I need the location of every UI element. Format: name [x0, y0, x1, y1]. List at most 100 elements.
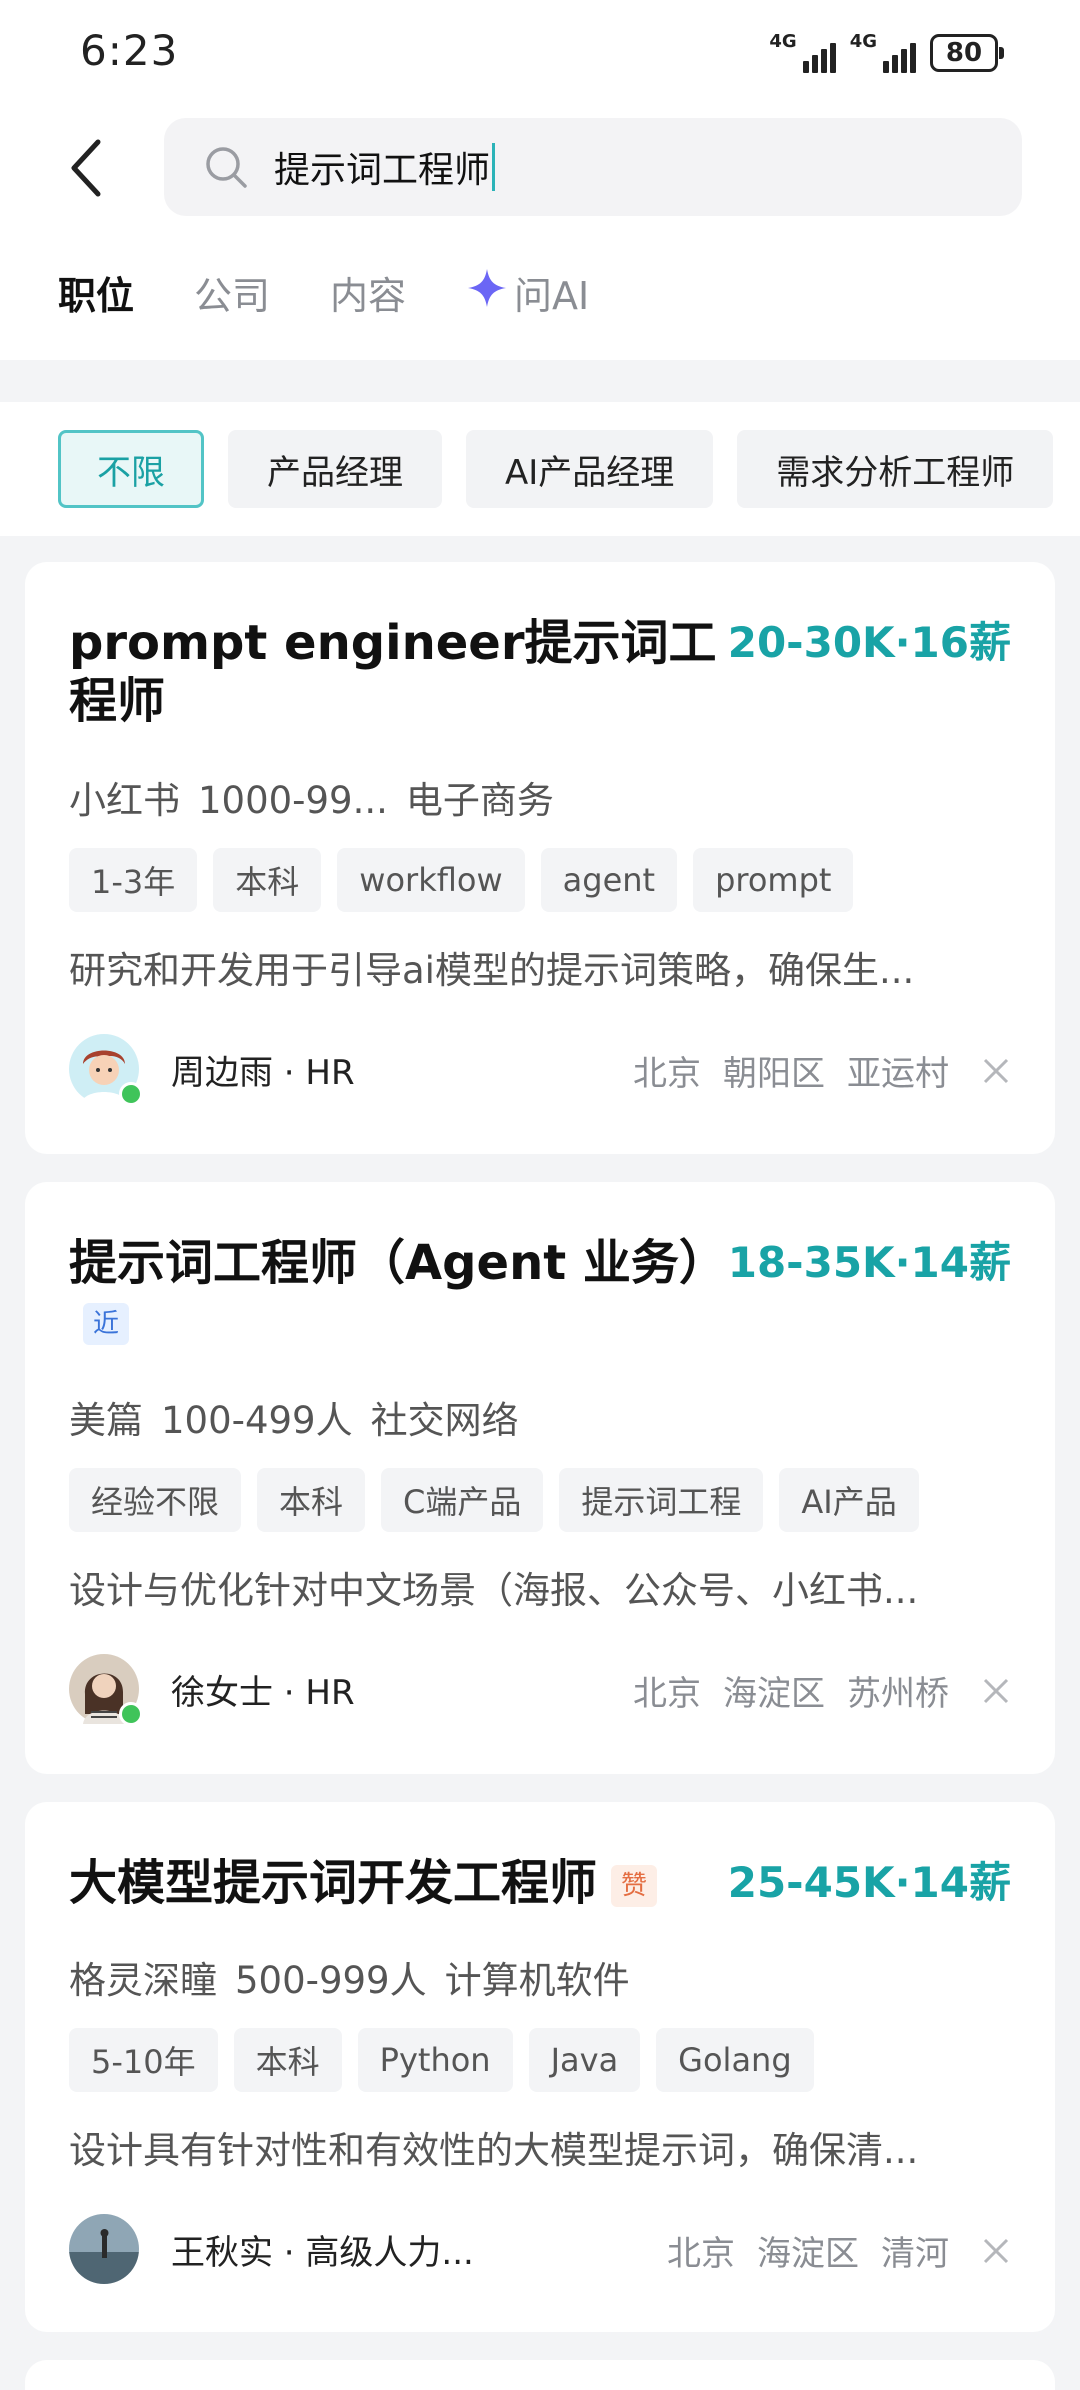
location-city: 北京: [633, 1674, 701, 1714]
job-card[interactable]: 大模型提示词开发工程师赞 25-45K·14薪 格灵深瞳 500-999人 计算机软…: [25, 1802, 1055, 2332]
tab-companies[interactable]: 公司: [194, 265, 270, 320]
job-description: 研究和开发用于引导ai模型的提示词策略，确保生...: [69, 949, 915, 992]
search-icon: [198, 139, 254, 195]
job-title: 提示词工程师（Agent 业务） 近: [69, 1234, 729, 1350]
job-tag: Java: [528, 2028, 641, 2092]
nearby-badge: 近: [83, 1303, 130, 1345]
search-tabs: 职位 公司 内容 问AI: [58, 262, 649, 322]
job-title: 大模型提示词开发工程师赞: [69, 1854, 729, 1912]
job-tag: Python: [357, 2028, 513, 2092]
location-area: 苏州桥: [847, 1674, 949, 1714]
recruiter-name: 王秋实 · 高级人力...: [171, 2232, 474, 2273]
location-district: 朝阳区: [723, 1054, 825, 1094]
signal-icon-2: 4G: [850, 33, 916, 73]
location-city: 北京: [633, 1054, 701, 1094]
recruiter-name: 徐女士 · HR: [171, 1672, 355, 1713]
job-description: 设计与优化针对中文场景（海报、公众号、小红书...: [69, 1569, 919, 1612]
tab-jobs[interactable]: 职位: [58, 265, 134, 320]
job-card[interactable]: prompt engineer提示词工程师 20-30K·16薪 小红书 1000…: [25, 562, 1055, 1154]
ai-sparkle-icon: [466, 267, 508, 318]
job-salary: 20-30K·16薪: [727, 618, 1011, 667]
recruiter: 徐女士 · HR: [69, 1654, 355, 1726]
job-location: 北京 海淀区 清河: [645, 2226, 1011, 2275]
location-city: 北京: [667, 2234, 735, 2274]
search-input[interactable]: 提示词工程师: [164, 118, 1022, 216]
company-industry: 计算机软件: [444, 1959, 630, 2002]
job-tags: 1-3年 本科 workflow agent prompt: [69, 848, 854, 912]
job-title-text: 大模型提示词开发工程师: [69, 1855, 598, 1911]
battery-icon: 80: [930, 34, 1004, 72]
chevron-left-icon: [71, 139, 101, 197]
network-label: 4G: [769, 31, 797, 52]
company-info: 美篇 100-499人 社交网络: [69, 1390, 537, 1444]
company-size: 500-999人: [235, 1959, 427, 2002]
header-area: 6:23 4G 4G 80 提示词工程师 职位 公司 内容 问AI: [0, 0, 1080, 360]
text-cursor: [492, 143, 496, 191]
company-info: 格灵深瞳 500-999人 计算机软件: [69, 1950, 648, 2004]
job-card[interactable]: [25, 2360, 1055, 2390]
job-description: 设计具有针对性和有效性的大模型提示词，确保清...: [69, 2129, 919, 2172]
praise-badge: 赞: [611, 1865, 658, 1907]
job-title-text: 提示词工程师（Agent 业务）: [69, 1235, 727, 1291]
job-tag: workflow: [337, 848, 525, 912]
filter-chip-all[interactable]: 不限: [58, 430, 204, 508]
company-name: 格灵深瞳: [69, 1959, 217, 2002]
location-area: 亚运村: [847, 1054, 949, 1094]
job-tag: 5-10年: [69, 2028, 218, 2092]
filter-bar: 不限 产品经理 AI产品经理 需求分析工程师: [0, 402, 1080, 536]
job-tag: 本科: [233, 2028, 342, 2092]
company-name: 美篇: [69, 1399, 143, 1442]
company-industry: 社交网络: [370, 1399, 519, 1442]
job-tag: Golang: [656, 2028, 814, 2092]
avatar: [69, 2214, 139, 2284]
location-district: 海淀区: [723, 1674, 825, 1714]
filter-chip-requirements-engineer[interactable]: 需求分析工程师: [737, 430, 1054, 508]
location-area: 清河: [881, 2234, 949, 2274]
job-card[interactable]: 提示词工程师（Agent 业务） 近 18-35K·14薪 美篇 100-499人社…: [25, 1182, 1055, 1774]
job-tag: AI产品: [779, 1468, 919, 1532]
job-tag: prompt: [693, 848, 854, 912]
filter-chip-ai-product-manager[interactable]: AI产品经理: [466, 430, 714, 508]
tab-ask-ai[interactable]: 问AI: [466, 265, 589, 320]
status-bar: 6:23 4G 4G 80: [0, 0, 1080, 105]
divider: [0, 360, 1080, 402]
job-tag: 本科: [257, 1468, 366, 1532]
job-location: 北京 朝阳区 亚运村: [611, 1046, 1011, 1095]
job-tags: 5-10年 本科 Python Java Golang: [69, 2028, 814, 2092]
job-title: prompt engineer提示词工程师: [69, 615, 717, 729]
recruiter-name: 周边雨 · HR: [171, 1052, 355, 1093]
job-salary: 25-45K·14薪: [727, 1858, 1011, 1907]
dismiss-icon[interactable]: [981, 2236, 1011, 2266]
company-industry: 电子商务: [405, 779, 554, 822]
job-salary: 18-35K·14薪: [727, 1238, 1011, 1287]
network-label-2: 4G: [849, 31, 877, 52]
search-query: 提示词工程师: [274, 150, 491, 191]
job-tag: 1-3年: [69, 848, 198, 912]
company-size: 100-499人: [161, 1399, 353, 1442]
company-info: 小红书 1000-99... 电子商务: [69, 770, 572, 824]
avatar: [69, 1654, 143, 1726]
status-icons: 4G 4G 80: [769, 31, 1004, 74]
location-district: 海淀区: [757, 2234, 859, 2274]
dismiss-icon[interactable]: [981, 1676, 1011, 1706]
job-location: 北京 海淀区 苏州桥: [611, 1666, 1011, 1715]
job-tags: 经验不限 本科 C端产品 提示词工程 AI产品: [69, 1468, 919, 1532]
signal-icon: 4G: [769, 31, 836, 73]
job-tag: 提示词工程: [559, 1468, 764, 1532]
job-tag: 经验不限: [69, 1468, 242, 1532]
tab-content[interactable]: 内容: [330, 265, 406, 320]
status-time: 6:23: [80, 26, 179, 75]
dismiss-icon[interactable]: [981, 1056, 1011, 1086]
job-tag: agent: [540, 848, 678, 912]
company-size: 1000-99...: [198, 779, 388, 822]
online-status-icon: [119, 1702, 143, 1726]
job-tag: 本科: [213, 848, 322, 912]
job-tag: C端产品: [381, 1468, 544, 1532]
recruiter: 周边雨 · HR: [69, 1034, 355, 1106]
company-name: 小红书: [69, 779, 180, 822]
online-status-icon: [119, 1082, 143, 1106]
back-button[interactable]: [56, 128, 116, 208]
recruiter: 王秋实 · 高级人力...: [69, 2214, 474, 2284]
filter-chip-product-manager[interactable]: 产品经理: [228, 430, 442, 508]
avatar: [69, 1034, 143, 1106]
